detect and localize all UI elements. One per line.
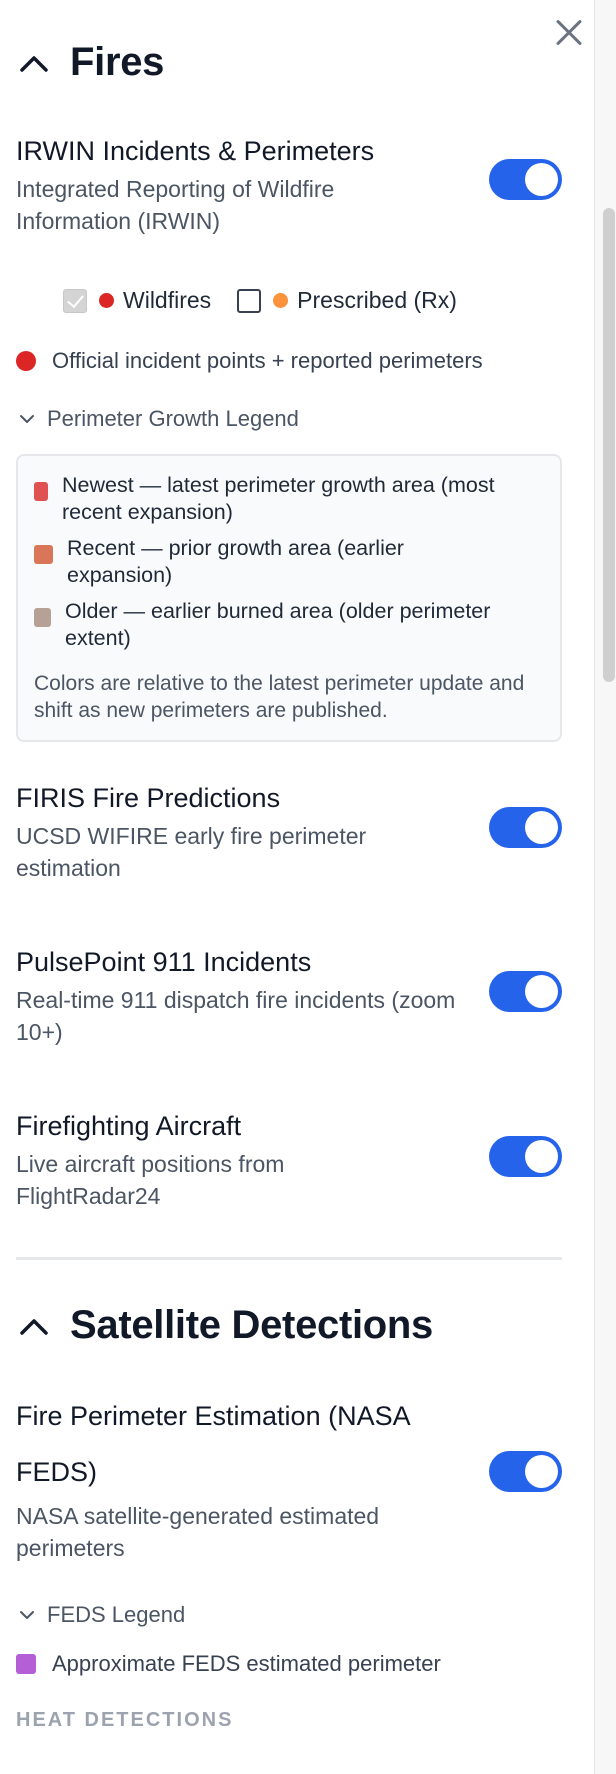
layer-description: Live aircraft positions from FlightRadar… <box>16 1151 285 1209</box>
chevron-down-icon <box>20 1611 34 1619</box>
legend-label: Older — earlier burned area (older perim… <box>65 599 491 650</box>
layer-title: IRWIN Incidents & Perimeters <box>16 136 375 166</box>
section-title-satellite: Satellite Detections <box>70 1303 434 1347</box>
feds-swatch <box>16 1654 36 1674</box>
feds-toggle[interactable] <box>489 1451 562 1492</box>
legend-swatch <box>34 608 51 627</box>
fires-section-header[interactable]: Fires <box>16 40 164 85</box>
legend-item-newest: Newest — latest perimeter growth area (m… <box>34 472 544 526</box>
toggle-knob <box>525 811 558 844</box>
toggle-knob <box>525 163 558 196</box>
toggle-knob <box>525 1455 558 1488</box>
legend-item-older: Older — earlier burned area (older perim… <box>34 598 544 652</box>
incident-dot-icon <box>16 351 36 371</box>
wildfires-checkbox[interactable] <box>63 288 87 313</box>
layer-irwin: IRWIN Incidents & Perimeters Integrated … <box>16 129 562 237</box>
chevron-up-icon <box>16 45 52 81</box>
toggle-knob <box>525 975 558 1008</box>
layer-description: Integrated Reporting of Wildfire Informa… <box>16 176 335 234</box>
prescribed-label: Prescribed (Rx) <box>297 287 457 313</box>
wildfire-dot-icon <box>99 293 114 308</box>
toggle-knob <box>525 1140 558 1173</box>
irwin-toggle[interactable] <box>489 159 562 200</box>
legend-swatch <box>34 482 48 501</box>
scrollbar-thumb[interactable] <box>603 208 615 682</box>
aircraft-toggle[interactable] <box>489 1136 562 1177</box>
legend-item-recent: Recent — prior growth area (earlier expa… <box>34 535 544 589</box>
irwin-info: Official incident points + reported peri… <box>16 348 483 374</box>
layer-description: NASA satellite-generated estimated perim… <box>16 1503 380 1561</box>
close-icon[interactable] <box>547 12 587 52</box>
feds-legend-toggle[interactable]: FEDS Legend <box>18 1602 185 1628</box>
irwin-filters: Wildfires Prescribed (Rx) <box>63 287 457 314</box>
layer-pulsepoint: PulsePoint 911 Incidents Real-time 911 d… <box>16 940 562 1048</box>
layer-title: Firefighting Aircraft <box>16 1111 242 1141</box>
feds-legend-item: Approximate FEDS estimated perimeter <box>16 1651 441 1677</box>
perimeter-legend-toggle[interactable]: Perimeter Growth Legend <box>18 406 299 432</box>
legend-swatch <box>34 545 53 564</box>
legend-toggle-label: FEDS Legend <box>47 1602 186 1627</box>
scrollbar-track[interactable] <box>594 0 616 1774</box>
layer-aircraft: Firefighting Aircraft Live aircraft posi… <box>16 1104 562 1212</box>
pulsepoint-toggle[interactable] <box>489 971 562 1012</box>
layer-firis: FIRIS Fire Predictions UCSD WIFIRE early… <box>16 776 562 884</box>
layer-description: UCSD WIFIRE early fire perimeter estimat… <box>16 823 367 881</box>
chevron-up-icon <box>16 1308 52 1344</box>
legend-label: Recent — prior growth area (earlier expa… <box>67 536 404 587</box>
prescribed-dot-icon <box>273 293 289 308</box>
prescribed-checkbox[interactable] <box>237 288 262 313</box>
chevron-down-icon <box>20 415 34 423</box>
perimeter-legend: Newest — latest perimeter growth area (m… <box>16 454 562 742</box>
satellite-section-header[interactable]: Satellite Detections <box>16 1303 433 1348</box>
legend-toggle-label: Perimeter Growth Legend <box>47 406 299 431</box>
heat-detections-heading: HEAT DETECTIONS <box>16 1709 234 1731</box>
feds-legend-label: Approximate FEDS estimated perimeter <box>52 1651 441 1676</box>
layer-title: Fire Perimeter Estimation (NASA FEDS) <box>16 1401 410 1487</box>
legend-label: Newest — latest perimeter growth area (m… <box>62 473 495 524</box>
section-divider <box>16 1257 562 1260</box>
wildfires-label: Wildfires <box>123 287 212 313</box>
legend-note: Colors are relative to the latest perime… <box>34 672 525 722</box>
irwin-info-text: Official incident points + reported peri… <box>52 348 483 373</box>
layer-title: FIRIS Fire Predictions <box>16 783 281 813</box>
firis-toggle[interactable] <box>489 807 562 848</box>
section-title-fires: Fires <box>70 40 165 84</box>
layer-feds: Fire Perimeter Estimation (NASA FEDS) NA… <box>16 1388 562 1564</box>
layer-description: Real-time 911 dispatch fire incidents (z… <box>16 987 456 1045</box>
layers-panel: Fires IRWIN Incidents & Perimeters Integ… <box>0 0 594 1774</box>
layer-title: PulsePoint 911 Incidents <box>16 947 312 977</box>
